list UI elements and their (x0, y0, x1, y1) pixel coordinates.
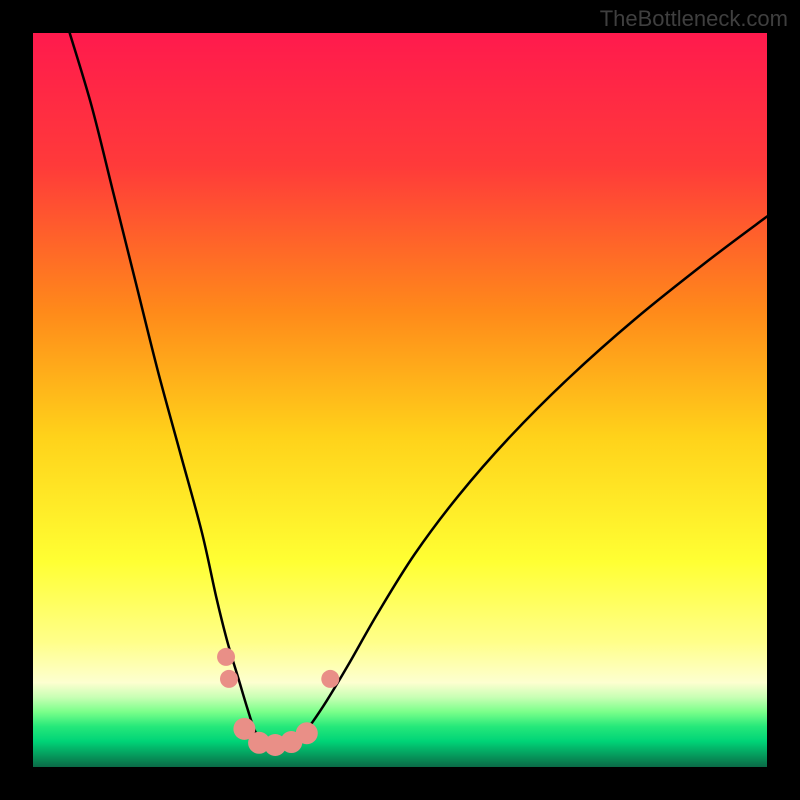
data-marker (296, 722, 318, 744)
chart-frame: TheBottleneck.com (0, 0, 800, 800)
gradient-background (33, 33, 767, 767)
data-marker (220, 670, 238, 688)
data-marker (321, 670, 339, 688)
data-marker (217, 648, 235, 666)
bottleneck-chart (0, 0, 800, 800)
